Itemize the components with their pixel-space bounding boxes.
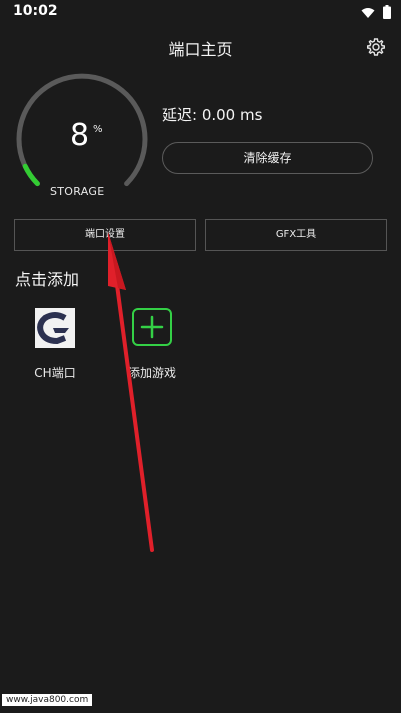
port-settings-button[interactable]: 端口设置 bbox=[14, 219, 196, 251]
gear-icon[interactable] bbox=[366, 37, 386, 57]
battery-icon bbox=[383, 4, 391, 23]
storage-label: STORAGE bbox=[50, 185, 105, 198]
storage-percent-unit: % bbox=[93, 124, 103, 135]
wifi-icon bbox=[361, 4, 375, 23]
app-screen: 10:02 端口主页 8 % STORAGE 延迟: 0.00 ms 清除缓存 … bbox=[0, 0, 401, 713]
latency-readout: 延迟: 0.00 ms bbox=[162, 106, 263, 124]
clear-cache-button[interactable]: 清除缓存 bbox=[162, 142, 373, 174]
app-label-add-game: 添加游戏 bbox=[127, 366, 176, 380]
section-title: 点击添加 bbox=[15, 270, 80, 289]
app-label-ch-port: CH端口 bbox=[34, 366, 76, 380]
status-icons bbox=[361, 4, 391, 23]
ch-logo-icon bbox=[35, 308, 75, 348]
plus-icon[interactable] bbox=[132, 308, 172, 346]
storage-percent-value: 8 bbox=[70, 118, 90, 153]
page-title: 端口主页 bbox=[168, 40, 233, 59]
status-bar: 10:02 bbox=[0, 0, 401, 24]
watermark: www.java800.com bbox=[2, 694, 93, 706]
status-time: 10:02 bbox=[13, 3, 58, 19]
gfx-tools-button[interactable]: GFX工具 bbox=[205, 219, 387, 251]
